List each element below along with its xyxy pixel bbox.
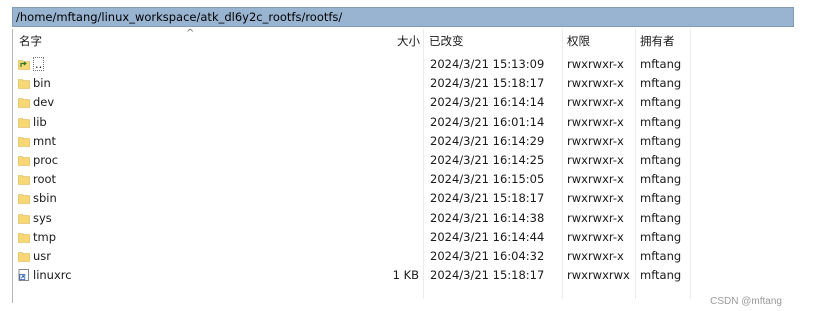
folder-icon: [18, 231, 30, 243]
file-owner: mftang: [640, 268, 682, 283]
folder-icon: [18, 135, 30, 147]
file-permissions: rwxrwxr-x: [567, 210, 624, 225]
path-bar[interactable]: /home/mftang/linux_workspace/atk_dl6y2c_…: [12, 7, 794, 27]
column-header-permissions[interactable]: 权限: [567, 33, 590, 49]
file-name: root: [33, 172, 57, 187]
file-owner: mftang: [640, 191, 682, 206]
file-owner: mftang: [640, 57, 682, 71]
file-owner: mftang: [640, 248, 682, 263]
watermark: CSDN @mftang: [710, 296, 782, 307]
shortcut-file-icon: [18, 269, 30, 281]
file-row[interactable]: lib 2024/3/21 16:01:14 rwxrwxr-x mftang: [13, 113, 797, 132]
file-owner: mftang: [640, 152, 682, 167]
file-owner: mftang: [640, 114, 682, 129]
file-row[interactable]: root 2024/3/21 16:15:05 rwxrwxr-x mftang: [13, 170, 797, 189]
file-modified: 2024/3/21 16:14:25: [430, 152, 545, 167]
folder-icon: [18, 250, 30, 262]
file-permissions: rwxrwxrwx: [567, 268, 630, 283]
file-permissions: rwxrwxr-x: [567, 152, 624, 167]
file-name: tmp: [33, 229, 57, 244]
file-modified: 2024/3/21 16:14:29: [430, 133, 545, 148]
file-permissions: rwxrwxr-x: [567, 248, 624, 263]
folder-icon: [18, 192, 30, 205]
parent-folder-icon: [18, 58, 30, 70]
file-permissions: rwxrwxr-x: [567, 133, 624, 148]
file-modified: 2024/3/21 15:13:09: [430, 57, 545, 71]
column-header-row: 名字 ^ 大小 已改变 权限 拥有者: [13, 28, 797, 51]
folder-icon: [18, 154, 30, 166]
file-panel: /home/mftang/linux_workspace/atk_dl6y2c_…: [12, 7, 797, 307]
file-permissions: rwxrwxr-x: [567, 114, 624, 129]
file-permissions: rwxrwxr-x: [567, 229, 624, 244]
file-list[interactable]: 名字 ^ 大小 已改变 权限 拥有者 .. 2024/3/21 15:13:09 r…: [12, 28, 797, 303]
file-permissions: rwxrwxr-x: [567, 172, 624, 187]
file-modified: 2024/3/21 16:14:44: [430, 229, 545, 244]
column-header-modified[interactable]: 已改变: [429, 33, 464, 49]
folder-icon: [18, 96, 30, 109]
file-name: bin: [33, 76, 51, 91]
file-name: linuxrc: [33, 268, 72, 283]
file-modified: 2024/3/21 15:18:17: [430, 268, 545, 283]
file-row[interactable]: mnt 2024/3/21 16:14:29 rwxrwxr-x mftang: [13, 132, 797, 151]
column-header-name[interactable]: 名字: [19, 33, 42, 49]
file-size: 1 KB: [392, 268, 419, 283]
file-owner: mftang: [640, 95, 682, 110]
folder-icon: [18, 116, 30, 128]
file-rows: .. 2024/3/21 15:13:09 rwxrwxr-x mftang bin 20…: [13, 55, 797, 285]
file-name: usr: [33, 248, 52, 263]
file-name: sys: [33, 210, 52, 225]
file-row[interactable]: dev 2024/3/21 16:14:14 rwxrwxr-x mftang: [13, 93, 797, 112]
column-header-size[interactable]: 大小: [397, 33, 420, 49]
file-row[interactable]: usr 2024/3/21 16:04:32 rwxrwxr-x mftang: [13, 247, 797, 266]
file-row[interactable]: .. 2024/3/21 15:13:09 rwxrwxr-x mftang: [13, 55, 797, 74]
file-name: ..: [33, 57, 45, 71]
file-row[interactable]: tmp 2024/3/21 16:14:44 rwxrwxr-x mftang: [13, 228, 797, 247]
file-name: dev: [33, 95, 55, 110]
file-modified: 2024/3/21 16:04:32: [430, 248, 545, 263]
folder-icon: [18, 173, 30, 185]
file-modified: 2024/3/21 15:18:17: [430, 191, 545, 206]
file-modified: 2024/3/21 16:14:38: [430, 210, 545, 225]
file-name: mnt: [33, 133, 56, 148]
column-header-owner[interactable]: 拥有者: [640, 33, 675, 49]
file-modified: 2024/3/21 16:14:14: [430, 95, 545, 110]
file-row[interactable]: linuxrc 1 KB 2024/3/21 15:18:17 rwxrwxrwx mf…: [13, 266, 797, 285]
file-modified: 2024/3/21 16:01:14: [430, 114, 545, 129]
file-row[interactable]: proc 2024/3/21 16:14:25 rwxrwxr-x mftang: [13, 151, 797, 170]
file-owner: mftang: [640, 172, 682, 187]
file-owner: mftang: [640, 210, 682, 225]
file-owner: mftang: [640, 133, 682, 148]
file-permissions: rwxrwxr-x: [567, 95, 624, 110]
file-modified: 2024/3/21 16:15:05: [430, 172, 545, 187]
file-permissions: rwxrwxr-x: [567, 191, 624, 206]
file-modified: 2024/3/21 15:18:17: [430, 76, 545, 91]
file-row[interactable]: sbin 2024/3/21 15:18:17 rwxrwxr-x mftang: [13, 189, 797, 208]
file-owner: mftang: [640, 229, 682, 244]
folder-icon: [18, 77, 30, 89]
file-owner: mftang: [640, 76, 682, 91]
file-name: lib: [33, 114, 47, 129]
file-row[interactable]: bin 2024/3/21 15:18:17 rwxrwxr-x mftang: [13, 74, 797, 93]
file-name: proc: [33, 152, 59, 167]
path-text: /home/mftang/linux_workspace/atk_dl6y2c_…: [16, 10, 343, 24]
sort-ascending-icon: ^: [186, 28, 195, 39]
file-permissions: rwxrwxr-x: [567, 76, 624, 91]
folder-icon: [18, 212, 30, 224]
file-permissions: rwxrwxr-x: [567, 57, 624, 71]
file-row[interactable]: sys 2024/3/21 16:14:38 rwxrwxr-x mftang: [13, 209, 797, 228]
file-name: sbin: [33, 191, 57, 206]
